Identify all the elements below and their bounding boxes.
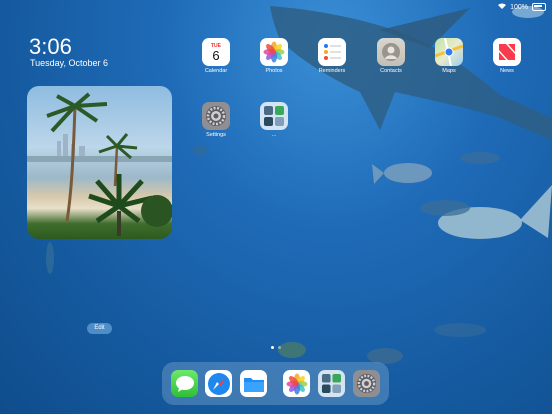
clock-time: 3:06 [29, 34, 72, 59]
battery-icon [532, 3, 546, 11]
app-label: Photos [265, 68, 283, 74]
beach-photo [27, 92, 172, 236]
messages-icon [175, 375, 194, 392]
page-dot-2[interactable] [278, 346, 281, 349]
settings-gear-icon [202, 102, 230, 130]
app-label: Settings [206, 132, 226, 138]
photos-icon [260, 38, 288, 66]
app-calendar[interactable]: TUE 6 Calendar [196, 38, 236, 74]
status-bar: 100% [498, 2, 546, 12]
app-maps[interactable]: Maps [429, 38, 469, 74]
dock-folder[interactable] [318, 370, 345, 397]
page-dot-1[interactable] [271, 346, 274, 349]
dock-safari[interactable] [205, 370, 232, 397]
folder-icon [321, 373, 342, 394]
photos-widget[interactable] [27, 86, 172, 239]
calendar-icon: TUE 6 [202, 38, 230, 66]
safari-compass-icon [207, 372, 230, 395]
dock-messages[interactable] [171, 370, 198, 397]
app-reminders[interactable]: Reminders [312, 38, 352, 74]
app-label: Maps [442, 68, 456, 74]
calendar-date: 6 [212, 47, 220, 63]
wifi-icon [498, 3, 507, 11]
app-label: News [500, 68, 514, 74]
clock-date: Tuesday, October 6 [30, 58, 109, 68]
dock-photos[interactable] [283, 370, 310, 397]
app-contacts[interactable]: Contacts [371, 38, 411, 74]
page-indicator[interactable] [271, 346, 281, 349]
dock [162, 362, 389, 405]
battery-percent: 100% [510, 3, 528, 11]
app-label: ... [271, 132, 277, 138]
settings-gear-icon [356, 373, 377, 394]
edit-widgets-button[interactable]: Edit [87, 323, 112, 334]
app-settings[interactable]: Settings [196, 102, 236, 138]
app-label: Reminders [318, 68, 346, 74]
app-photos[interactable]: Photos [254, 38, 294, 74]
reminders-icon [318, 38, 346, 66]
app-folder[interactable]: ... [254, 102, 294, 138]
files-folder-icon [243, 377, 264, 392]
app-label: Calendar [204, 68, 228, 74]
folder-icon [260, 102, 288, 130]
dock-settings[interactable] [353, 370, 380, 397]
app-news[interactable]: News [487, 38, 527, 74]
contacts-icon [377, 38, 405, 66]
app-label: Contacts [380, 68, 402, 74]
maps-icon [435, 38, 463, 66]
news-icon [493, 38, 521, 66]
photos-icon [286, 373, 307, 394]
dock-files[interactable] [240, 370, 267, 397]
